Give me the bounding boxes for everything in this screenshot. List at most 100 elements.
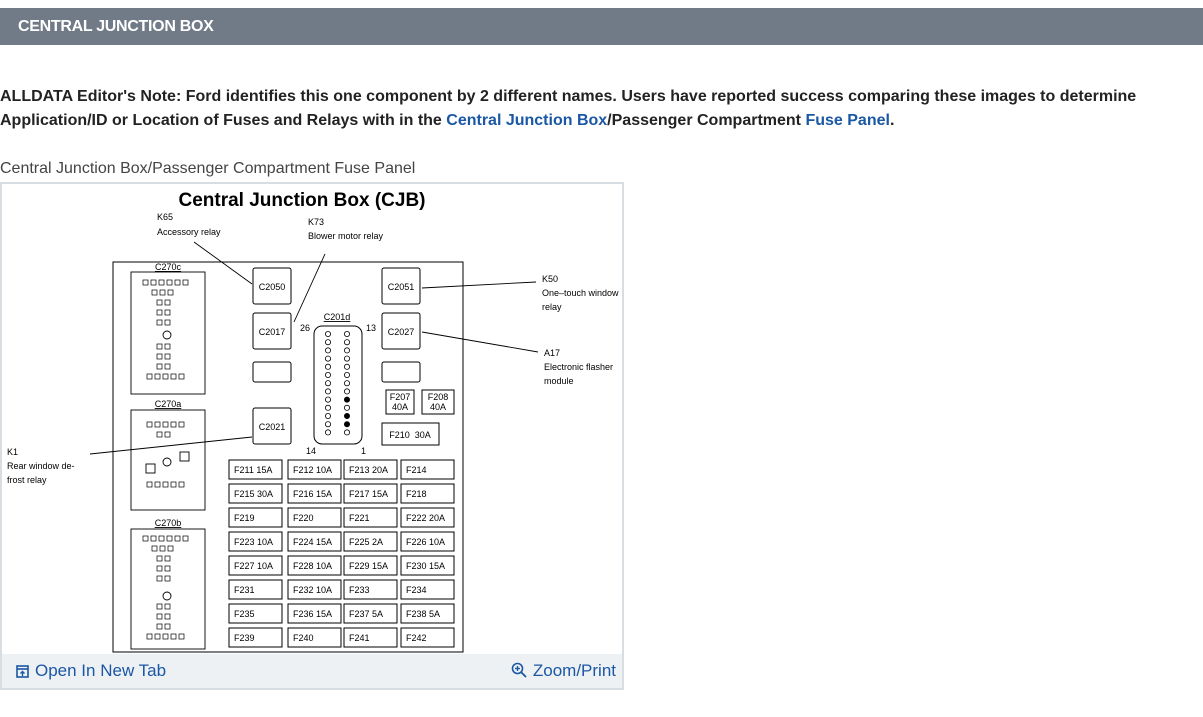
fuse-label: F224 15A (293, 537, 332, 547)
connector-pin (167, 289, 174, 296)
callout-k73-id: K73 (308, 217, 324, 227)
c201d-pin (324, 371, 331, 378)
connector-pin (146, 373, 153, 380)
section-header: CENTRAL JUNCTION BOX (0, 8, 1203, 45)
relay-c2027-label: C2027 (388, 327, 415, 337)
connector-pin (174, 535, 181, 542)
c201d-pin (324, 429, 331, 436)
cjb-diagram[interactable]: Central Junction Box (CJB) K65 Accessory… (2, 184, 622, 654)
connector-pin (164, 431, 171, 438)
fuse-f208-rating: 40A (430, 402, 446, 412)
fuse-label: F242 (406, 633, 427, 643)
c201d-pin (324, 339, 331, 346)
fuse-label: F240 (293, 633, 314, 643)
c201d-pins (324, 330, 350, 436)
relay-c2017-label: C2017 (259, 327, 286, 337)
pin-14-label: 14 (306, 446, 316, 456)
c201d-pin (343, 355, 350, 362)
fuse-grid: F211 15A F212 10A F213 20A F214 F215 30A F216… (228, 459, 455, 648)
fuse-label: F226 10A (406, 537, 445, 547)
connector-pin (170, 373, 177, 380)
diagram-title: Central Junction Box (CJB) (178, 190, 425, 211)
fuse-label: F241 (349, 633, 370, 643)
callout-k50-name-2: relay (542, 302, 562, 312)
connector-pin (158, 279, 165, 286)
relay-c2051-label: C2051 (388, 282, 415, 292)
open-in-new-tab-button[interactable]: Open In New Tab (16, 654, 166, 688)
c201d-pin (343, 330, 350, 337)
c201d-pin (343, 363, 350, 370)
connector-pin (156, 575, 163, 582)
callout-k1-id: K1 (7, 447, 18, 457)
connector-pin (150, 535, 157, 542)
fuse-panel-link[interactable]: Fuse Panel (805, 112, 889, 129)
fuse-label: F232 10A (293, 585, 332, 595)
c201d-pin (324, 330, 331, 337)
connector-pin (150, 279, 157, 286)
note-middle: /Passenger Compartment (607, 112, 806, 129)
fuse-f207-rating: 40A (392, 402, 408, 412)
connector-pin (151, 289, 158, 296)
central-junction-box-link[interactable]: Central Junction Box (446, 112, 607, 129)
connector-c201d (313, 325, 363, 445)
connector-pin (164, 309, 171, 316)
fuse-label: F220 (293, 513, 314, 523)
connector-pin (159, 289, 166, 296)
pin-13-label: 13 (366, 323, 376, 333)
connector-pin (170, 481, 177, 488)
callout-k1-name-1: Rear window de- (7, 461, 75, 471)
fuse-label: F236 15A (293, 609, 332, 619)
relay-c2021-label: C2021 (259, 422, 286, 432)
zoom-in-icon (511, 662, 527, 678)
connector-pin (164, 319, 171, 326)
connector-pin (156, 431, 163, 438)
connector-pin (151, 545, 158, 552)
fuse-label: F231 (234, 585, 255, 595)
connector-pin (178, 421, 185, 428)
fuse-label: F227 10A (234, 561, 273, 571)
connector-pin (174, 279, 181, 286)
c201d-pin (324, 347, 331, 354)
zoom-print-label: Zoom/Print (532, 661, 616, 680)
connector-pin (167, 545, 174, 552)
connector-c270a-label: C270a (155, 399, 182, 409)
callout-k65-id: K65 (157, 212, 173, 222)
editor-note: ALLDATA Editor's Note: Ford identifies t… (0, 85, 1195, 133)
connector-pin (178, 373, 185, 380)
c201d-pin (324, 380, 331, 387)
fuse-label: F222 20A (406, 513, 445, 523)
fuse-f207-label: F207 (390, 392, 411, 402)
figure-toolbar: Open In New Tab Zoom/Print (2, 654, 622, 688)
connector-pin (164, 575, 171, 582)
connector-pin (156, 353, 163, 360)
fuse-label: F228 10A (293, 561, 332, 571)
connector-pin (146, 481, 153, 488)
c201d-pin (324, 355, 331, 362)
c201d-pin (343, 421, 350, 428)
c201d-pin (343, 339, 350, 346)
callout-k50-id: K50 (542, 274, 558, 284)
connector-pin (162, 481, 169, 488)
c201d-pin (324, 421, 331, 428)
connector-c201d-label: C201d (324, 312, 351, 322)
c201d-pin (324, 396, 331, 403)
relay-outlines (252, 267, 421, 445)
fuse-label: F234 (406, 585, 427, 595)
c201d-pin (343, 412, 350, 419)
connector-c270c-label: C270c (155, 262, 182, 272)
connector-pin (166, 279, 173, 286)
diagram-figure: Central Junction Box (CJB) K65 Accessory… (0, 182, 624, 690)
connector-pin (162, 633, 169, 640)
fuse-label: F239 (234, 633, 255, 643)
connector-pin (154, 633, 161, 640)
zoom-print-button[interactable]: Zoom/Print (511, 654, 616, 688)
callout-k1-name-2: frost relay (7, 475, 47, 485)
connector-pin (164, 299, 171, 306)
connector-pin (156, 309, 163, 316)
fuse-label: F225 2A (349, 537, 383, 547)
connector-pin (170, 421, 177, 428)
connector-pin (164, 353, 171, 360)
fuse-label: F229 15A (349, 561, 388, 571)
fuse-label: F237 5A (349, 609, 383, 619)
connector-pin (164, 565, 171, 572)
